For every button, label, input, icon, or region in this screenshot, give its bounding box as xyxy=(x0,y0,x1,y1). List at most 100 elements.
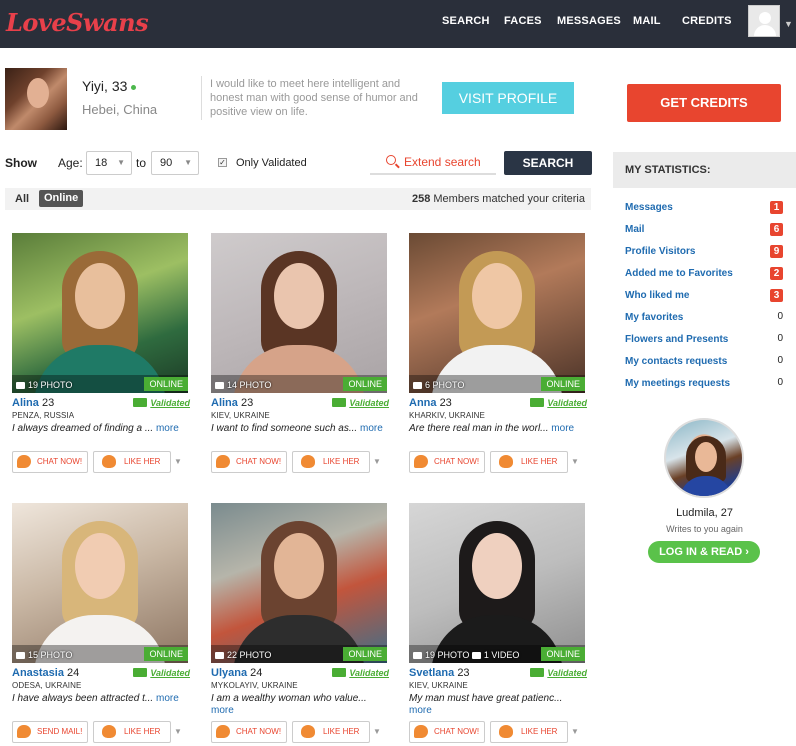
profile-photo[interactable]: 22 PHOTO ONLINE xyxy=(211,503,387,663)
more-link[interactable]: more xyxy=(551,423,574,434)
photo-count[interactable]: 19 PHOTO xyxy=(16,380,72,390)
more-link[interactable]: more xyxy=(211,705,234,716)
chevron-down-icon: ▼ xyxy=(184,158,192,167)
id-card-icon xyxy=(133,398,148,407)
stat-row[interactable]: Who liked me 3 xyxy=(625,289,783,302)
age-to-select[interactable]: 90 ▼ xyxy=(151,151,199,175)
nav-credits[interactable]: CREDITS xyxy=(682,15,732,27)
chevron-down-icon[interactable]: ▼ xyxy=(373,457,381,466)
profile-name[interactable]: Anastasia 24 xyxy=(12,667,79,679)
photo-count[interactable]: 14 PHOTO xyxy=(215,380,271,390)
profile-name[interactable]: Svetlana 23 xyxy=(409,667,470,679)
heart-icon xyxy=(499,725,513,738)
id-card-icon xyxy=(530,668,545,677)
promo-face xyxy=(695,442,717,472)
profile-name[interactable]: Anna 23 xyxy=(409,397,452,409)
profile-description: I want to find someone such as... more xyxy=(211,423,383,434)
photo-count[interactable]: 22 PHOTO xyxy=(215,650,271,660)
promo-avatar[interactable] xyxy=(664,418,744,498)
featured-profile-photo[interactable] xyxy=(5,68,67,130)
photo-face xyxy=(27,78,49,108)
online-badge: ONLINE xyxy=(144,377,188,391)
login-read-button[interactable]: LOG IN & READ › xyxy=(648,541,760,563)
stat-row[interactable]: Flowers and Presents 0 xyxy=(625,333,783,345)
chevron-down-icon[interactable]: ▼ xyxy=(571,727,579,736)
nav-faces[interactable]: FACES xyxy=(504,15,542,27)
profile-name[interactable]: Ulyana 24 xyxy=(211,667,262,679)
visit-profile-button[interactable]: VISIT PROFILE xyxy=(442,82,574,114)
profile-location: MYKOLAYIV, UKRAINE xyxy=(211,681,298,690)
photo-face xyxy=(75,533,125,599)
statistics-title: MY STATISTICS: xyxy=(613,152,796,188)
chevron-down-icon[interactable]: ▼ xyxy=(784,19,793,29)
like-button[interactable]: LIKE HER xyxy=(292,721,370,743)
nav-search[interactable]: SEARCH xyxy=(442,15,490,27)
get-credits-button[interactable]: GET CREDITS xyxy=(627,84,781,122)
online-badge: ONLINE xyxy=(144,647,188,661)
stat-row[interactable]: My favorites 0 xyxy=(625,311,783,323)
chevron-down-icon[interactable]: ▼ xyxy=(174,457,182,466)
profile-photo[interactable]: 6 PHOTO ONLINE xyxy=(409,233,585,393)
user-avatar[interactable] xyxy=(748,5,780,37)
stat-row[interactable]: Mail 6 xyxy=(625,223,783,236)
extend-search-link[interactable]: Extend search xyxy=(370,151,496,175)
camera-icon xyxy=(16,652,25,659)
nav-mail[interactable]: MAIL xyxy=(633,15,661,27)
stat-count: 1 xyxy=(770,201,783,214)
stat-row[interactable]: Added me to Favorites 2 xyxy=(625,267,783,280)
stat-row[interactable]: Messages 1 xyxy=(625,201,783,214)
more-link[interactable]: more xyxy=(409,705,432,716)
only-validated-checkbox[interactable]: ✓ xyxy=(218,158,227,167)
search-button[interactable]: SEARCH xyxy=(504,151,592,175)
photo-face xyxy=(274,533,324,599)
avatar-body xyxy=(754,25,776,36)
profile-name[interactable]: Alina 23 xyxy=(12,397,54,409)
photo-count[interactable]: 6 PHOTO xyxy=(413,380,464,390)
profile-card: 15 PHOTO ONLINE Anastasia 24 Validated O… xyxy=(12,503,190,746)
photo-count[interactable]: 15 PHOTO xyxy=(16,650,72,660)
validated-badge: Validated xyxy=(133,668,190,678)
more-link[interactable]: more xyxy=(156,693,179,704)
chat-button[interactable]: CHAT NOW! xyxy=(409,721,485,743)
photo-count[interactable]: 19 PHOTO 1 VIDEO xyxy=(413,650,519,660)
profile-photo[interactable]: 14 PHOTO ONLINE xyxy=(211,233,387,393)
like-button[interactable]: LIKE HER xyxy=(93,451,171,473)
stat-row[interactable]: My contacts requests 0 xyxy=(625,355,783,367)
chevron-down-icon[interactable]: ▼ xyxy=(174,727,182,736)
profile-photo[interactable]: 15 PHOTO ONLINE xyxy=(12,503,188,663)
photo-face xyxy=(274,263,324,329)
promo-subtitle: Writes to you again xyxy=(666,524,743,534)
like-button[interactable]: LIKE HER xyxy=(292,451,370,473)
chat-button[interactable]: SEND MAIL! xyxy=(12,721,88,743)
avatar-head xyxy=(759,12,771,24)
like-button[interactable]: LIKE HER xyxy=(490,451,568,473)
featured-profile-location: Hebei, China xyxy=(82,102,158,117)
like-button[interactable]: LIKE HER xyxy=(490,721,568,743)
heart-icon xyxy=(102,725,116,738)
stat-count: 9 xyxy=(770,245,783,258)
profile-description: I always dreamed of finding a ... more xyxy=(12,423,179,434)
stat-row[interactable]: My meetings requests 0 xyxy=(625,377,783,389)
featured-profile-name: Yiyi, 33 xyxy=(82,78,137,94)
site-logo[interactable]: LoveSwans xyxy=(6,8,149,37)
chat-button[interactable]: CHAT NOW! xyxy=(409,451,485,473)
photo-face xyxy=(472,533,522,599)
tab-all[interactable]: All xyxy=(15,193,29,205)
tab-online[interactable]: Online xyxy=(39,190,84,207)
chevron-down-icon[interactable]: ▼ xyxy=(373,727,381,736)
more-link[interactable]: more xyxy=(360,423,383,434)
age-from-select[interactable]: 18 ▼ xyxy=(86,151,132,175)
chat-button[interactable]: CHAT NOW! xyxy=(211,451,287,473)
chat-bubble-icon xyxy=(216,455,230,468)
like-button[interactable]: LIKE HER xyxy=(93,721,171,743)
stat-row[interactable]: Profile Visitors 9 xyxy=(625,245,783,258)
nav-messages[interactable]: MESSAGES xyxy=(557,15,621,27)
more-link[interactable]: more xyxy=(156,423,179,434)
profile-photo[interactable]: 19 PHOTO ONLINE xyxy=(12,233,188,393)
online-badge: ONLINE xyxy=(541,647,585,661)
chat-button[interactable]: CHAT NOW! xyxy=(12,451,88,473)
chevron-down-icon[interactable]: ▼ xyxy=(571,457,579,466)
chat-button[interactable]: CHAT NOW! xyxy=(211,721,287,743)
profile-photo[interactable]: 19 PHOTO 1 VIDEO ONLINE xyxy=(409,503,585,663)
profile-name[interactable]: Alina 23 xyxy=(211,397,253,409)
